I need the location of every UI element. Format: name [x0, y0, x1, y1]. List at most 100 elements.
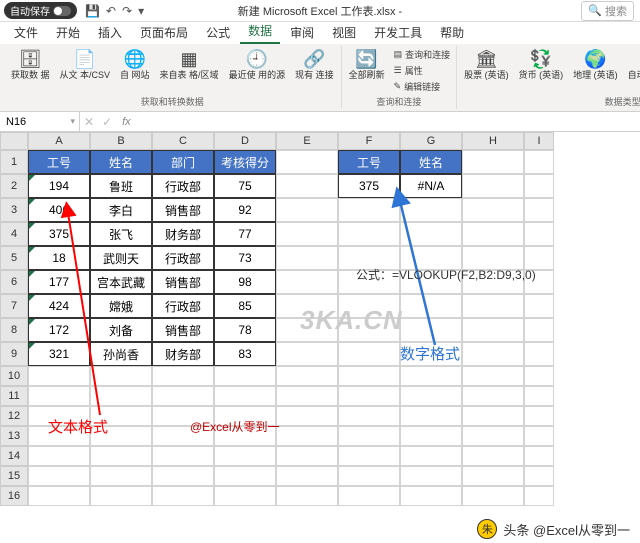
row-header-9[interactable]: 9: [0, 342, 28, 366]
cell-A13[interactable]: [28, 426, 90, 446]
row-header-14[interactable]: 14: [0, 446, 28, 466]
cell-G14[interactable]: [400, 446, 462, 466]
row-header-13[interactable]: 13: [0, 426, 28, 446]
cell-H16[interactable]: [462, 486, 524, 506]
cell-G4[interactable]: [400, 222, 462, 246]
cell-B6[interactable]: 宫本武藏: [90, 270, 152, 294]
btn-conn[interactable]: 🔗现有 连接: [292, 47, 337, 83]
tab-help[interactable]: 帮助: [432, 21, 472, 44]
cell-G8[interactable]: [400, 318, 462, 342]
row-header-8[interactable]: 8: [0, 318, 28, 342]
cell-H3[interactable]: [462, 198, 524, 222]
cell-C6[interactable]: 销售部: [152, 270, 214, 294]
cell-H10[interactable]: [462, 366, 524, 386]
cell-G15[interactable]: [400, 466, 462, 486]
redo-icon[interactable]: ↷: [122, 4, 132, 18]
cell-F7[interactable]: [338, 294, 400, 318]
cell-D2[interactable]: 75: [214, 174, 276, 198]
btn-refresh[interactable]: 🔄全部刷新: [346, 47, 388, 83]
cell-C12[interactable]: [152, 406, 214, 426]
cell-I15[interactable]: [524, 466, 554, 486]
formula-input[interactable]: [137, 112, 640, 131]
cell-C15[interactable]: [152, 466, 214, 486]
cell-A8[interactable]: 172: [28, 318, 90, 342]
worksheet[interactable]: ABCDEFGHI1工号姓名部门考核得分工号姓名2194鲁班行政部75375#N…: [0, 132, 640, 506]
cell-H12[interactable]: [462, 406, 524, 426]
cell-E12[interactable]: [276, 406, 338, 426]
cell-C16[interactable]: [152, 486, 214, 506]
cell-F16[interactable]: [338, 486, 400, 506]
btn-recent[interactable]: 🕘最近使 用的源: [226, 47, 289, 83]
cell-H13[interactable]: [462, 426, 524, 446]
cell-H7[interactable]: [462, 294, 524, 318]
row-header-1[interactable]: 1: [0, 150, 28, 174]
cell-C5[interactable]: 行政部: [152, 246, 214, 270]
cell-H1[interactable]: [462, 150, 524, 174]
btn-web[interactable]: 🌐自 网站: [117, 47, 153, 83]
cell-E9[interactable]: [276, 342, 338, 366]
col-header-A[interactable]: A: [28, 132, 90, 150]
cell-C10[interactable]: [152, 366, 214, 386]
cell-B7[interactable]: 嫦娥: [90, 294, 152, 318]
cell-H15[interactable]: [462, 466, 524, 486]
cell-C1[interactable]: 部门: [152, 150, 214, 174]
cell-I7[interactable]: [524, 294, 554, 318]
cell-I4[interactable]: [524, 222, 554, 246]
cell-B9[interactable]: 孙尚香: [90, 342, 152, 366]
cell-F14[interactable]: [338, 446, 400, 466]
cell-B2[interactable]: 鲁班: [90, 174, 152, 198]
btn-currency[interactable]: 💱货币 (英语): [516, 47, 567, 83]
cell-E4[interactable]: [276, 222, 338, 246]
cell-E2[interactable]: [276, 174, 338, 198]
cell-E3[interactable]: [276, 198, 338, 222]
cell-G11[interactable]: [400, 386, 462, 406]
cell-F3[interactable]: [338, 198, 400, 222]
cell-I16[interactable]: [524, 486, 554, 506]
cell-I1[interactable]: [524, 150, 554, 174]
row-header-11[interactable]: 11: [0, 386, 28, 406]
cell-A10[interactable]: [28, 366, 90, 386]
cell-A12[interactable]: [28, 406, 90, 426]
tab-dev[interactable]: 开发工具: [366, 21, 430, 44]
cell-I12[interactable]: [524, 406, 554, 426]
cell-E11[interactable]: [276, 386, 338, 406]
cell-B15[interactable]: [90, 466, 152, 486]
cell-I11[interactable]: [524, 386, 554, 406]
cell-G9[interactable]: [400, 342, 462, 366]
cell-H8[interactable]: [462, 318, 524, 342]
cell-F5[interactable]: [338, 246, 400, 270]
more-icon[interactable]: ▾: [138, 4, 144, 18]
search-box[interactable]: 🔍 搜索: [581, 1, 634, 21]
cancel-icon[interactable]: ✕: [80, 115, 98, 129]
cell-D12[interactable]: [214, 406, 276, 426]
cell-A11[interactable]: [28, 386, 90, 406]
cell-D9[interactable]: 83: [214, 342, 276, 366]
col-header-B[interactable]: B: [90, 132, 152, 150]
cell-G12[interactable]: [400, 406, 462, 426]
cell-D10[interactable]: [214, 366, 276, 386]
cell-A9[interactable]: 321: [28, 342, 90, 366]
save-icon[interactable]: 💾: [85, 4, 100, 18]
cell-B1[interactable]: 姓名: [90, 150, 152, 174]
row-header-16[interactable]: 16: [0, 486, 28, 506]
col-header-I[interactable]: I: [524, 132, 554, 150]
cell-I14[interactable]: [524, 446, 554, 466]
col-header-D[interactable]: D: [214, 132, 276, 150]
cell-A14[interactable]: [28, 446, 90, 466]
cell-F15[interactable]: [338, 466, 400, 486]
cell-D15[interactable]: [214, 466, 276, 486]
btn-table[interactable]: ▦来自表 格/区域: [157, 47, 222, 83]
tab-data[interactable]: 数据: [240, 19, 280, 44]
name-box[interactable]: N16: [0, 112, 80, 131]
col-header-E[interactable]: E: [276, 132, 338, 150]
btn-getdata[interactable]: 🗄获取数 据: [8, 47, 53, 83]
row-header-15[interactable]: 15: [0, 466, 28, 486]
cell-D3[interactable]: 92: [214, 198, 276, 222]
cell-G6[interactable]: [400, 270, 462, 294]
cell-E15[interactable]: [276, 466, 338, 486]
cell-I10[interactable]: [524, 366, 554, 386]
cell-D7[interactable]: 85: [214, 294, 276, 318]
cell-B13[interactable]: [90, 426, 152, 446]
cell-C9[interactable]: 财务部: [152, 342, 214, 366]
tab-insert[interactable]: 插入: [90, 21, 130, 44]
